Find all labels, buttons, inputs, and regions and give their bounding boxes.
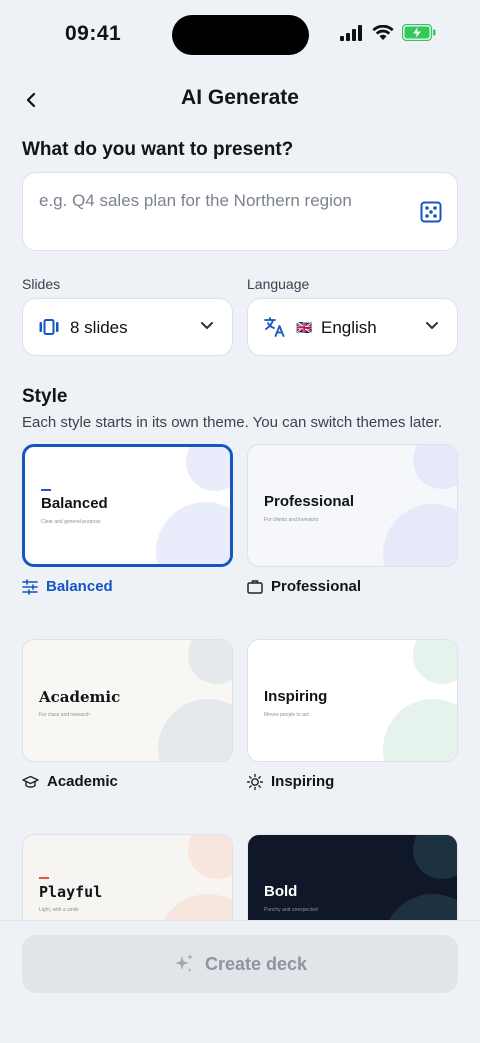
slides-select[interactable]: 8 slides bbox=[22, 298, 233, 356]
style-subtitle: Each style starts in its own theme. You … bbox=[22, 414, 443, 431]
card-decoration bbox=[188, 835, 232, 879]
slides-label: Slides bbox=[22, 276, 61, 292]
card-decoration bbox=[186, 447, 230, 491]
sliders-icon bbox=[22, 578, 38, 595]
style-option-inspiring[interactable]: Inspiring bbox=[247, 773, 334, 790]
card-decoration bbox=[413, 640, 457, 684]
style-option-balanced[interactable]: Balanced bbox=[22, 578, 113, 595]
style-option-academic[interactable]: Academic bbox=[22, 773, 118, 790]
status-icons bbox=[340, 24, 436, 41]
style-card-balanced[interactable]: Balanced Clear and general-purpose bbox=[22, 444, 233, 567]
dynamic-island bbox=[172, 15, 309, 55]
language-select[interactable]: 🇬🇧 English bbox=[247, 298, 458, 356]
card-decoration bbox=[383, 504, 457, 566]
translate-icon bbox=[264, 317, 285, 337]
card-decoration bbox=[188, 640, 232, 684]
sparkles-icon bbox=[174, 954, 193, 972]
create-deck-label: Create deck bbox=[204, 953, 308, 974]
card-tagline: Punchy and unexpected bbox=[264, 907, 318, 913]
graduation-cap-icon bbox=[22, 775, 39, 788]
briefcase-icon bbox=[247, 580, 263, 594]
random-prompt-button[interactable] bbox=[419, 200, 443, 224]
card-tagline: For clients and investors bbox=[264, 517, 319, 523]
bottom-action-bar: Create deck bbox=[0, 920, 480, 1043]
style-option-label: Balanced bbox=[46, 578, 113, 595]
card-title: Bold bbox=[264, 883, 298, 900]
language-label: Language bbox=[247, 276, 310, 292]
chevron-down-icon bbox=[201, 322, 213, 329]
card-title: Inspiring bbox=[264, 688, 328, 705]
card-tagline: Moves people to act bbox=[264, 712, 309, 718]
card-decoration bbox=[413, 835, 457, 879]
card-title: Balanced bbox=[41, 495, 108, 512]
style-card-inspiring[interactable]: Inspiring Moves people to act bbox=[247, 639, 458, 762]
card-decoration bbox=[156, 502, 230, 564]
uk-flag-icon: 🇬🇧 bbox=[296, 320, 313, 335]
slides-value: 8 slides bbox=[70, 318, 128, 337]
language-value: English bbox=[321, 318, 377, 337]
style-card-professional[interactable]: Professional For clients and investors bbox=[247, 444, 458, 567]
chevron-down-icon bbox=[426, 322, 438, 329]
prompt-question: What do you want to present? bbox=[22, 139, 294, 160]
status-bar: 09:41 bbox=[0, 0, 480, 70]
style-option-label: Inspiring bbox=[271, 773, 335, 790]
status-time: 09:41 bbox=[65, 22, 122, 45]
create-deck-button[interactable]: Create deck bbox=[22, 935, 458, 993]
style-title: Style bbox=[22, 386, 68, 407]
card-title: Professional bbox=[264, 493, 355, 510]
page-title: AI Generate bbox=[181, 86, 299, 109]
card-tagline: Clear and general-purpose bbox=[41, 519, 101, 525]
card-accent-line bbox=[39, 877, 49, 879]
card-tagline: Light, with a smile bbox=[39, 907, 79, 913]
sun-icon bbox=[247, 773, 263, 790]
dice-icon bbox=[420, 201, 442, 223]
card-decoration bbox=[158, 699, 232, 761]
nav-header: AI Generate bbox=[0, 80, 480, 120]
style-option-label: Professional bbox=[271, 578, 362, 595]
style-option-label: Academic bbox=[47, 773, 118, 790]
card-decoration bbox=[413, 445, 457, 489]
battery-charging-icon bbox=[402, 24, 436, 41]
prompt-input[interactable] bbox=[39, 191, 409, 211]
card-title: Playful bbox=[39, 883, 103, 901]
style-option-professional[interactable]: Professional bbox=[247, 578, 361, 595]
card-title: Academic bbox=[39, 688, 121, 706]
prompt-box bbox=[22, 172, 458, 251]
wifi-icon bbox=[372, 24, 394, 40]
slides-icon bbox=[39, 319, 59, 335]
style-card-academic[interactable]: Academic For class and research bbox=[22, 639, 233, 762]
card-tagline: For class and research bbox=[39, 712, 90, 718]
cellular-signal-icon bbox=[340, 24, 362, 41]
card-accent-line bbox=[41, 489, 51, 491]
card-decoration bbox=[383, 699, 457, 761]
